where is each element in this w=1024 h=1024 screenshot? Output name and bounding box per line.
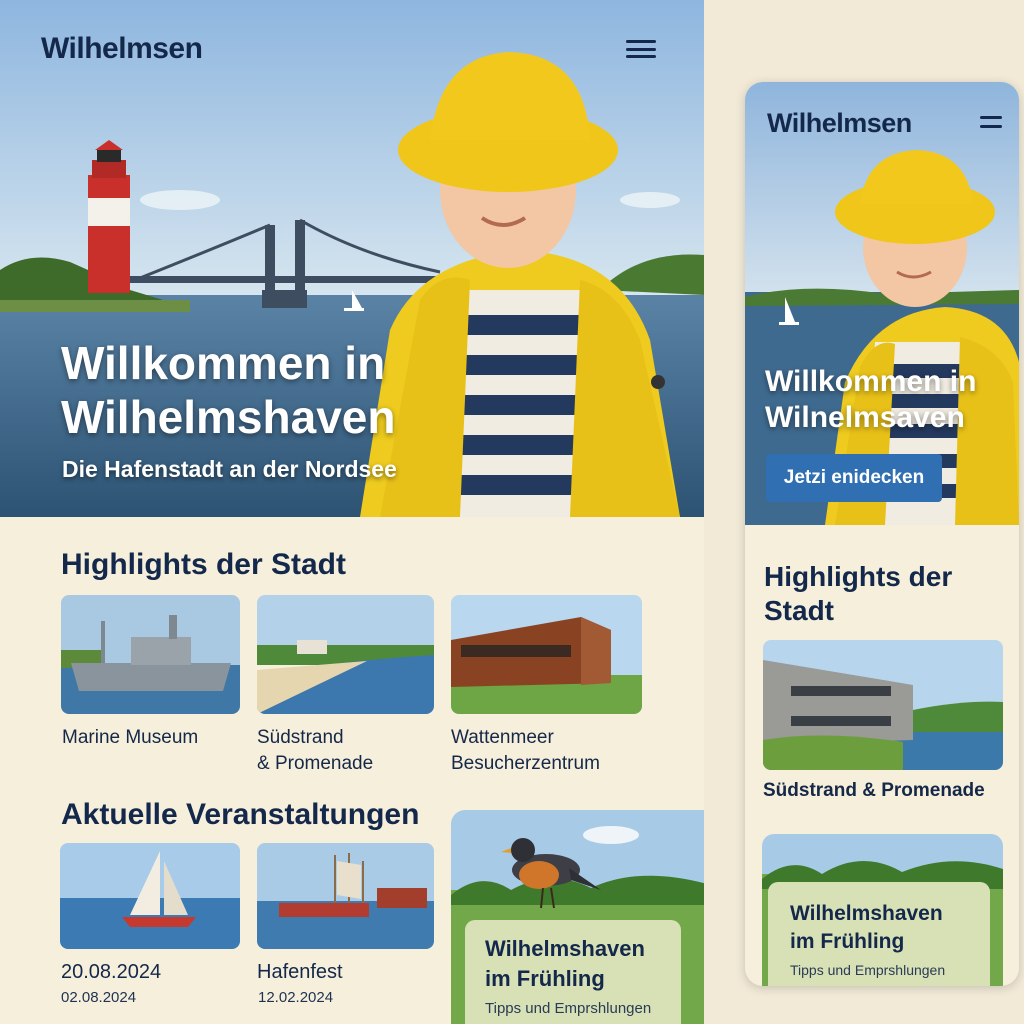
event-subdate: 12.02.2024 — [258, 989, 334, 1006]
mobile-highlight-label: Südstrand & Promenade — [763, 780, 985, 801]
event-subdate: 02.08.2024 — [61, 989, 137, 1006]
feature-title: Wilhelmshaven im Frühling — [485, 936, 645, 991]
highlight-card-image-suedstrand[interactable] — [257, 595, 434, 714]
hero-title: Willkommen in Wilhelmshaven — [61, 337, 396, 443]
desktop-view: Wilhelmsen Willkommen in Wilhelmshaven D… — [0, 0, 704, 1024]
explore-button[interactable]: Jetzi enidecken — [766, 454, 942, 502]
highlight-label-line1: Südstrand — [257, 727, 344, 748]
events-heading: Aktuelle Veranstaltungen — [61, 798, 420, 831]
site-logo[interactable]: Wilhelmsen — [41, 32, 203, 66]
event-card-image-sailing[interactable] — [60, 843, 240, 949]
highlight-label-line2: Besucherzentrum — [451, 753, 600, 774]
event-date: 20.08.2024 — [61, 961, 162, 983]
hero-banner: Wilhelmsen Willkommen in Wilhelmshaven D… — [0, 0, 704, 517]
mobile-highlights-heading: Highlights der Stadt — [764, 561, 953, 626]
mobile-feature-text-box: Wilhelmshaven im Frühling Tipps und Empr… — [768, 882, 990, 986]
mobile-highlight-card-image[interactable] — [763, 640, 1003, 770]
highlight-label-line2: & Promenade — [257, 753, 374, 774]
menu-icon[interactable] — [980, 116, 1002, 128]
menu-icon[interactable] — [626, 40, 656, 58]
mobile-hero-banner: Wilhelmsen Willkommen in Wilnelmsaven Je… — [745, 82, 1019, 525]
highlight-label: Wattenmeer Besucherzentrum — [451, 725, 600, 777]
highlight-card-image-wattenmeer[interactable] — [451, 595, 642, 714]
highlight-label: Marine Museum — [62, 727, 199, 748]
feature-subtitle: Tipps und Emprshlungen — [485, 1000, 652, 1017]
feature-card[interactable]: Wilhelmshaven im Frühling Tipps und Empr… — [451, 810, 704, 1024]
mobile-feature-title: Wilhelmshaven im Frühling — [790, 902, 943, 953]
event-title: Hafenfest — [257, 961, 343, 983]
mobile-feature-card[interactable]: Wilhelmshaven im Frühling Tipps und Empr… — [762, 834, 1003, 986]
highlight-label-line1: Wattenmeer — [451, 727, 554, 748]
mobile-feature-subtitle: Tipps und Emprshlungen — [790, 962, 946, 978]
feature-text-box: Wilhelmshaven im Frühling Tipps und Empr… — [465, 920, 681, 1024]
hero-subtitle: Die Hafenstadt an der Nordsee — [62, 456, 397, 482]
highlight-card-image-marine-museum[interactable] — [61, 595, 240, 714]
mobile-view: Wilhelmsen Willkommen in Wilnelmsaven Je… — [745, 82, 1019, 986]
mobile-hero-title: Willkommen in Wilnelmsaven — [765, 365, 977, 434]
event-card-image-hafenfest[interactable] — [257, 843, 434, 949]
mobile-site-logo[interactable]: Wilhelmsen — [767, 108, 912, 139]
highlight-label: Südstrand & Promenade — [257, 725, 373, 777]
highlights-heading: Highlights der Stadt — [61, 548, 346, 581]
